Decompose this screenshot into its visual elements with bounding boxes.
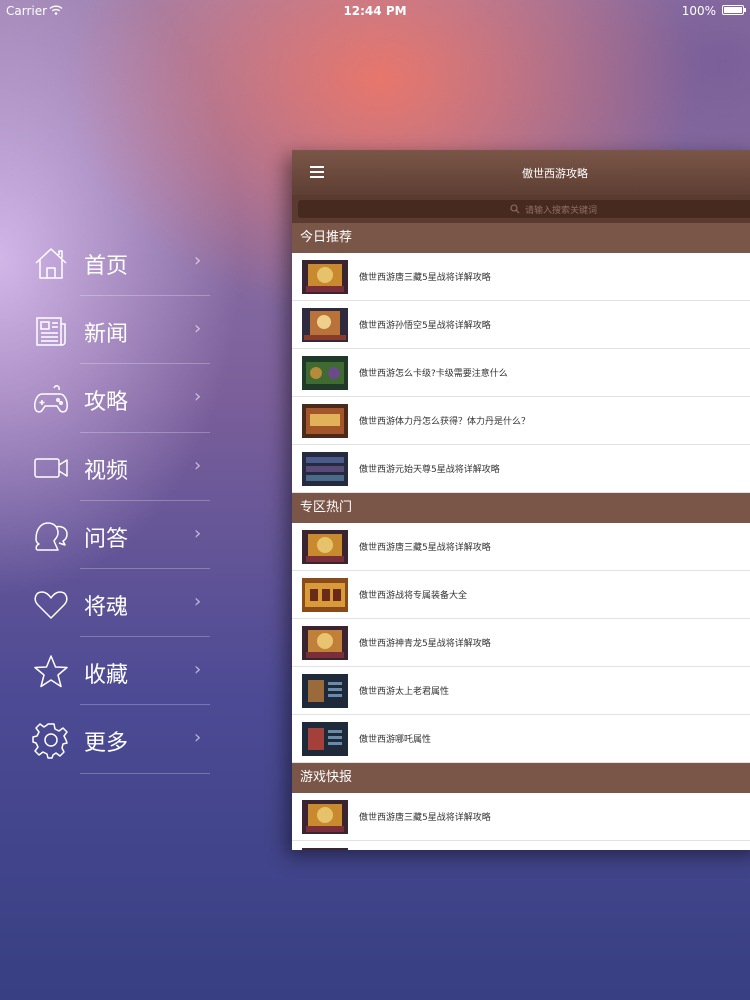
list-item[interactable]: 傲世西游体力丹怎么获得？体力丹是什么？: [292, 397, 750, 445]
clock: 12:44 PM: [343, 4, 407, 18]
chevron-right-icon: ›: [194, 727, 202, 749]
article-thumbnail: [302, 356, 348, 390]
article-list: 今日推荐 傲世西游唐三藏5星战将详解攻略 傲世西游孙悟空5星战将详解攻略 傲世西…: [292, 223, 750, 850]
list-item[interactable]: 傲世西游唐三藏5星战将详解攻略: [292, 253, 750, 301]
menu-item-home[interactable]: 首页 ›: [30, 228, 210, 297]
menu-item-label: 视频: [84, 458, 129, 484]
search-input[interactable]: 请输入搜索关键词: [298, 200, 750, 218]
video-camera-icon: [32, 449, 70, 487]
menu-item-label: 问答: [84, 526, 129, 552]
home-icon: [32, 244, 70, 282]
article-title: 傲世西游哪吒属性: [359, 735, 432, 745]
page-title: 傲世西游攻略: [522, 167, 588, 180]
side-menu: 首页 › 新闻 › 攻略 › 视频 › 问答 › 将魂 › 收藏 › 更多 ›: [30, 228, 210, 774]
menu-item-favorites[interactable]: 收藏 ›: [30, 637, 210, 706]
article-thumbnail: [302, 530, 348, 564]
list-item[interactable]: 傲世西游哪吒属性: [292, 715, 750, 763]
list-item[interactable]: 傲世西游唐三藏5星战将详解攻略: [292, 523, 750, 571]
section-header-today: 今日推荐: [292, 223, 750, 253]
battery-icon: [722, 5, 746, 15]
article-thumbnail: [302, 800, 348, 834]
menu-item-spirits[interactable]: 将魂 ›: [30, 569, 210, 638]
heart-icon: [32, 585, 70, 623]
chevron-right-icon: ›: [194, 454, 202, 476]
list-item[interactable]: 傲世西游孙悟空5星战将详解攻略: [292, 301, 750, 349]
search-bar: 请输入搜索关键词: [292, 195, 750, 223]
search-placeholder: 请输入搜索关键词: [524, 206, 597, 216]
menu-item-guides[interactable]: 攻略 ›: [30, 364, 210, 433]
article-title: 傲世西游神青龙5星战将详解攻略: [359, 639, 491, 649]
article-title: 傲世西游唐三藏5星战将详解攻略: [359, 813, 491, 823]
navigation-bar: 傲世西游攻略: [292, 150, 750, 195]
chevron-right-icon: ›: [194, 590, 202, 612]
divider: [80, 772, 210, 774]
chevron-right-icon: ›: [194, 318, 202, 340]
article-title: 傲世西游战将专属装备大全: [359, 591, 468, 601]
article-thumbnail: [302, 452, 348, 486]
article-thumbnail: [302, 722, 348, 756]
article-title: 傲世西游唐三藏5星战将详解攻略: [359, 273, 491, 283]
list-item[interactable]: 傲世西游唐三藏5星战将详解攻略: [292, 793, 750, 841]
menu-item-label: 收藏: [84, 663, 129, 689]
menu-item-label: 新闻: [84, 322, 129, 348]
section-header-hot: 专区热门: [292, 493, 750, 523]
menu-item-qa[interactable]: 问答 ›: [30, 501, 210, 569]
menu-item-label: 将魂: [84, 594, 129, 620]
article-thumbnail: [302, 578, 348, 612]
article-title: 傲世西游元始天尊5星战将详解攻略: [359, 465, 500, 475]
menu-item-video[interactable]: 视频 ›: [30, 433, 210, 501]
menu-item-label: 首页: [84, 254, 129, 279]
article-thumbnail: [302, 848, 348, 850]
article-title: 傲世西游孙悟空5星战将详解攻略: [359, 321, 491, 331]
gear-icon: [32, 721, 70, 760]
menu-item-label: 更多: [84, 731, 129, 757]
article-title: 傲世西游太上老君属性: [359, 687, 450, 697]
menu-item-news[interactable]: 新闻 ›: [30, 296, 210, 365]
battery-percent: 100%: [681, 4, 716, 18]
list-item[interactable]: 傲世西游神青龙5星战将详解攻略: [292, 619, 750, 667]
menu-item-more[interactable]: 更多 ›: [30, 705, 210, 774]
newspaper-icon: [32, 312, 70, 350]
article-thumbnail: [302, 404, 348, 438]
list-item[interactable]: 傲世西游元始天尊5星战将详解攻略: [292, 445, 750, 493]
article-title: 傲世西游唐三藏5星战将详解攻略: [359, 543, 491, 553]
chevron-right-icon: ›: [194, 386, 202, 408]
list-item[interactable]: [292, 841, 750, 850]
main-panel: 傲世西游攻略 请输入搜索关键词 今日推荐 傲世西游唐三藏5星战将详解攻略 傲世西…: [292, 150, 750, 850]
list-item[interactable]: 傲世西游战将专属装备大全: [292, 571, 750, 619]
star-icon: [32, 653, 70, 691]
article-thumbnail: [302, 260, 348, 294]
article-thumbnail: [302, 626, 348, 660]
status-bar: Carrier 12:44 PM 100%: [0, 0, 750, 22]
section-header-news: 游戏快报: [292, 763, 750, 793]
article-title: 傲世西游怎么卡级?卡级需要注意什么: [359, 369, 508, 379]
gamepad-icon: [32, 380, 70, 418]
list-item[interactable]: 傲世西游太上老君属性: [292, 667, 750, 715]
menu-item-label: 攻略: [84, 390, 129, 416]
article-thumbnail: [302, 308, 348, 342]
chevron-right-icon: ›: [194, 250, 202, 271]
article-title: 傲世西游体力丹怎么获得？体力丹是什么？: [359, 417, 531, 427]
article-thumbnail: [302, 674, 348, 708]
chevron-right-icon: ›: [194, 659, 202, 681]
chat-bubbles-icon: [32, 517, 70, 555]
chevron-right-icon: ›: [194, 522, 202, 544]
list-item[interactable]: 傲世西游怎么卡级?卡级需要注意什么: [292, 349, 750, 397]
